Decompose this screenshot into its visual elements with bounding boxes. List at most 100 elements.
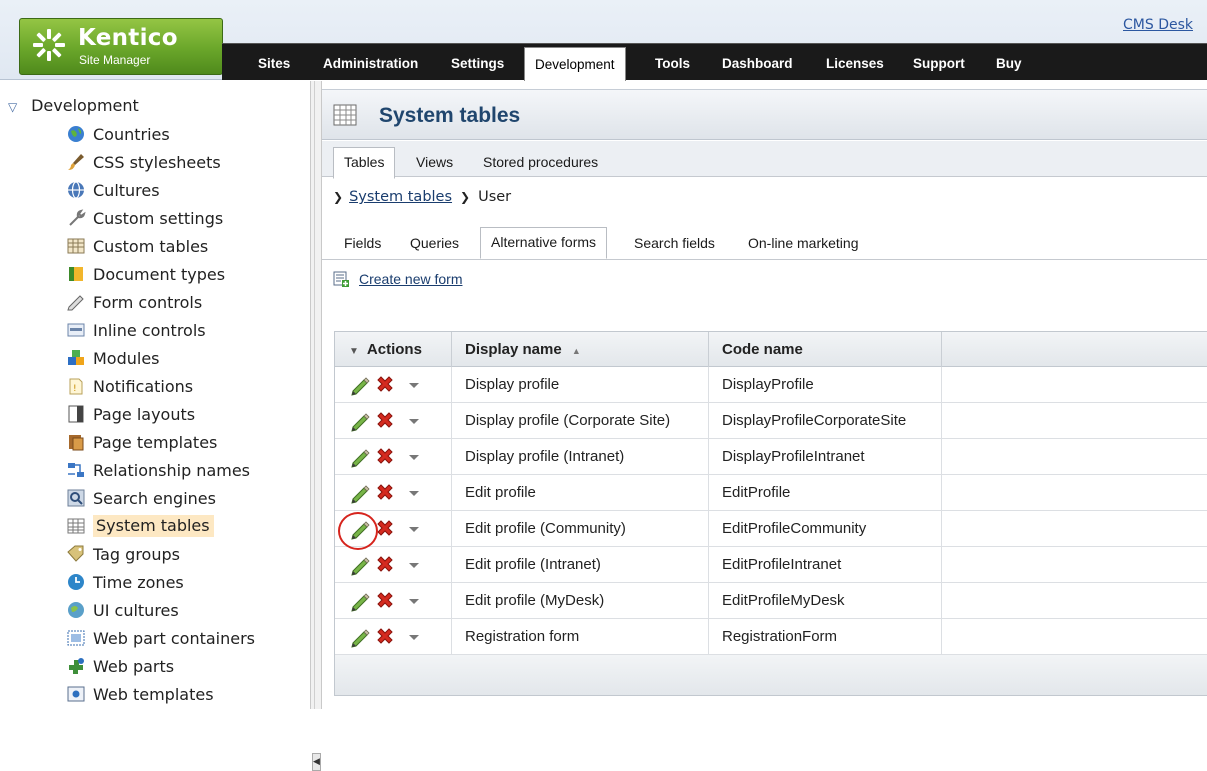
delete-icon[interactable] — [374, 626, 396, 648]
tab-queries[interactable]: Queries — [410, 235, 459, 251]
tree-item-ui-cultures[interactable]: UI cultures — [66, 597, 179, 623]
delete-icon[interactable] — [374, 482, 396, 504]
row-context-menu-icon[interactable] — [407, 380, 421, 390]
row-context-menu-icon[interactable] — [407, 416, 421, 426]
table-row[interactable]: Display profile (Intranet) DisplayProfile… — [335, 439, 1207, 475]
nav-tab-development[interactable]: Development — [524, 47, 626, 81]
table-row[interactable]: Edit profile (Intranet) EditProfileIntran… — [335, 547, 1207, 583]
nav-tab-tools[interactable]: Tools — [655, 47, 690, 80]
top-bar: Kentico Site Manager CMS Desk Sites Admi… — [0, 0, 1207, 81]
row-context-menu-icon[interactable] — [407, 488, 421, 498]
nav-tab-sites[interactable]: Sites — [258, 47, 290, 80]
table-row[interactable]: Edit profile (MyDesk) EditProfileMyDesk — [335, 583, 1207, 619]
tree-item-label: Inline controls — [93, 320, 206, 340]
nav-tab-support[interactable]: Support — [913, 47, 965, 80]
tree-item-system-tables[interactable]: System tables — [66, 513, 214, 539]
tree-item-web-parts[interactable]: Web parts — [66, 653, 174, 679]
breadcrumb-link-system-tables[interactable]: System tables — [349, 189, 452, 205]
tree-item-css-stylesheets[interactable]: CSS stylesheets — [66, 149, 221, 175]
nav-tab-dashboard[interactable]: Dashboard — [722, 47, 793, 80]
cell-code-name: EditProfileCommunity — [709, 511, 942, 547]
tree-item-search-engines[interactable]: Search engines — [66, 485, 216, 511]
delete-icon[interactable] — [374, 590, 396, 612]
cell-display-name: Edit profile — [452, 475, 709, 511]
create-new-form-action[interactable]: Create new form — [333, 271, 462, 287]
create-form-icon — [333, 271, 349, 287]
tab-stored-procedures[interactable]: Stored procedures — [483, 154, 598, 170]
tree-item-form-controls[interactable]: Form controls — [66, 289, 202, 315]
cell-display-name: Registration form — [452, 619, 709, 655]
tree-item-notifications[interactable]: ! Notifications — [66, 373, 193, 399]
tree-item-page-templates[interactable]: Page templates — [66, 429, 217, 455]
delete-icon[interactable] — [374, 410, 396, 432]
tab-alternative-forms[interactable]: Alternative forms — [480, 227, 608, 259]
column-header-label: Display name — [465, 341, 562, 358]
column-header-actions[interactable]: ▼ Actions — [335, 332, 452, 367]
table-row[interactable]: Display profile (Corporate Site) DisplayP… — [335, 403, 1207, 439]
tab-on-line-marketing[interactable]: On-line marketing — [748, 235, 859, 251]
collapse-left-pane-icon[interactable]: ◀ — [312, 753, 321, 771]
tree-item-web-part-containers[interactable]: Web part containers — [66, 625, 255, 651]
row-context-menu-icon[interactable] — [407, 452, 421, 462]
column-menu-icon[interactable]: ▼ — [349, 346, 359, 357]
row-actions — [335, 403, 452, 439]
wrench-icon — [66, 208, 86, 228]
tab-fields[interactable]: Fields — [344, 235, 381, 251]
tree-item-page-layouts[interactable]: Page layouts — [66, 401, 195, 427]
table-icon — [66, 236, 86, 256]
tree-item-web-templates[interactable]: Web templates — [66, 681, 214, 707]
tree-item-modules[interactable]: Modules — [66, 345, 160, 371]
tree-item-custom-settings[interactable]: Custom settings — [66, 205, 223, 231]
edit-icon[interactable] — [349, 626, 371, 648]
collapse-triangle-icon[interactable]: ▽ — [8, 100, 26, 114]
tree-item-tag-groups[interactable]: Tag groups — [66, 541, 180, 567]
create-new-form-link[interactable]: Create new form — [359, 271, 462, 287]
table-row[interactable]: Registration form RegistrationForm — [335, 619, 1207, 655]
table-row[interactable]: Edit profile EditProfile — [335, 475, 1207, 511]
tree-item-cultures[interactable]: Cultures — [66, 177, 160, 203]
tree-item-relationship-names[interactable]: Relationship names — [66, 457, 250, 483]
tree-item-inline-controls[interactable]: Inline controls — [66, 317, 206, 343]
tree-item-label: Form controls — [93, 292, 203, 312]
nav-tab-licenses[interactable]: Licenses — [826, 47, 884, 80]
delete-icon[interactable] — [374, 446, 396, 468]
edit-icon[interactable] — [349, 554, 371, 576]
table-row[interactable]: Display profile DisplayProfile — [335, 367, 1207, 403]
edit-icon[interactable] — [349, 446, 371, 468]
pane-splitter[interactable]: ◀ — [310, 81, 322, 771]
tree-item-document-types[interactable]: Document types — [66, 261, 225, 287]
nav-tab-administration[interactable]: Administration — [323, 47, 418, 80]
tree-item-time-zones[interactable]: Time zones — [66, 569, 184, 595]
breadcrumb-arrow-icon: ❯ — [333, 190, 344, 204]
nav-tab-buy[interactable]: Buy — [996, 47, 1022, 80]
row-context-menu-icon[interactable] — [407, 560, 421, 570]
edit-icon[interactable] — [349, 410, 371, 432]
column-header-display-name[interactable]: Display name ▲ — [452, 332, 709, 367]
alternative-forms-grid: ▼ Actions Display name ▲ Code name Displa… — [334, 331, 1207, 696]
cms-desk-link[interactable]: CMS Desk — [1123, 17, 1193, 33]
row-context-menu-icon[interactable] — [407, 632, 421, 642]
tree-item-countries[interactable]: Countries — [66, 121, 170, 147]
edit-icon[interactable] — [349, 590, 371, 612]
row-context-menu-icon[interactable] — [407, 524, 421, 534]
table-row[interactable]: Edit profile (Community) EditProfileCommu… — [335, 511, 1207, 547]
row-actions — [335, 583, 452, 619]
edit-icon[interactable] — [349, 374, 371, 396]
cell-code-name: EditProfile — [709, 475, 942, 511]
tree-item-custom-tables[interactable]: Custom tables — [66, 233, 208, 259]
nav-tab-settings[interactable]: Settings — [451, 47, 504, 80]
row-actions — [335, 475, 452, 511]
search-engine-icon — [66, 488, 86, 508]
tree-item-label: Custom settings — [93, 208, 224, 228]
kentico-logo[interactable]: Kentico Site Manager — [19, 18, 223, 75]
edit-icon[interactable] — [349, 482, 371, 504]
delete-icon[interactable] — [374, 554, 396, 576]
column-header-code-name[interactable]: Code name — [709, 332, 942, 367]
delete-icon[interactable] — [374, 374, 396, 396]
tab-tables[interactable]: Tables — [333, 147, 396, 179]
tree-root-development[interactable]: ▽ Development — [8, 96, 139, 115]
row-context-menu-icon[interactable] — [407, 596, 421, 606]
tab-views[interactable]: Views — [416, 154, 453, 170]
tab-search-fields[interactable]: Search fields — [634, 235, 715, 251]
row-actions — [335, 439, 452, 475]
